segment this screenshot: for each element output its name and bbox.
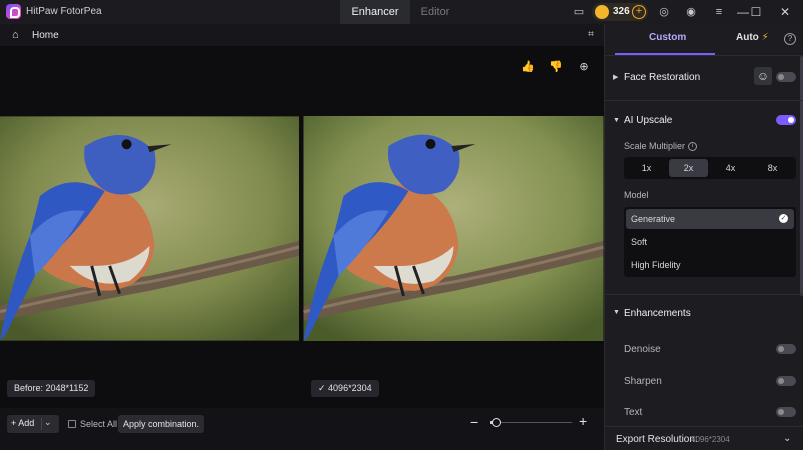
tab-custom[interactable]: Custom	[649, 32, 686, 43]
enhancements-title[interactable]: Enhancements	[624, 308, 691, 319]
text-toggle[interactable]	[776, 407, 796, 417]
credits-badge[interactable]: 326 +	[592, 3, 648, 21]
section-divider	[605, 294, 803, 295]
help-icon[interactable]: ?	[784, 33, 796, 45]
model-label: Model	[624, 190, 649, 200]
thumbs-down-icon[interactable]: 👎	[548, 59, 564, 75]
check-icon: ✓	[318, 383, 329, 393]
smile-face-icon[interactable]: ☺	[754, 67, 772, 85]
caret-right-icon[interactable]: ▶	[613, 73, 618, 81]
zoom-slider[interactable]	[490, 422, 572, 423]
tab-auto[interactable]: Auto ⚡	[736, 32, 769, 43]
section-divider	[605, 100, 803, 101]
ai-upscale-title[interactable]: AI Upscale	[624, 115, 672, 126]
export-resolution-value: 4096*2304	[691, 435, 730, 444]
scale-option-4x[interactable]: 4x	[711, 159, 750, 177]
info-icon[interactable]: i	[688, 142, 698, 152]
after-image[interactable]	[303, 116, 604, 341]
app-logo-icon	[6, 4, 21, 19]
menu-icon[interactable]: ≡	[711, 4, 727, 20]
app-title: HitPaw FotorPea	[26, 6, 102, 17]
after-resolution-badge: ✓ 4096*2304	[311, 380, 379, 397]
zoom-in-button-icon[interactable]: +	[579, 413, 587, 429]
before-image[interactable]	[0, 116, 299, 341]
caret-down-icon[interactable]: ▼	[613, 117, 620, 124]
title-bar: HitPaw FotorPea Enhancer Editor ▭ 326 + …	[0, 0, 803, 24]
sharpen-label: Sharpen	[624, 376, 662, 387]
ai-upscale-toggle[interactable]	[776, 115, 796, 125]
home-link[interactable]: Home	[32, 30, 59, 41]
window-icon[interactable]: ▭	[571, 4, 587, 20]
scale-option-1x[interactable]: 1x	[627, 159, 666, 177]
credits-count: 326	[613, 6, 630, 17]
denoise-label: Denoise	[624, 344, 661, 355]
chevron-down-icon[interactable]: ⌄	[44, 417, 52, 428]
denoise-toggle[interactable]	[776, 344, 796, 354]
after-resolution-value: 4096*2304	[328, 383, 372, 393]
close-icon[interactable]: ✕	[772, 0, 798, 24]
model-option-generative[interactable]: Generative ✓	[626, 209, 794, 229]
export-resolution-label: Export Resolution:	[616, 434, 698, 445]
bottom-toolbar: + Add ⌄ Select All Apply combination. − …	[0, 408, 604, 450]
coin-icon	[595, 5, 609, 19]
account-icon[interactable]: ◉	[683, 4, 699, 20]
add-button-divider	[41, 418, 42, 430]
before-resolution-badge: Before: 2048*1152	[7, 380, 96, 397]
apply-combination-button[interactable]: Apply combination.	[118, 415, 205, 433]
caret-down-icon[interactable]: ▼	[613, 309, 620, 316]
model-option-high-fidelity[interactable]: High Fidelity	[626, 255, 794, 275]
tab-editor[interactable]: Editor	[410, 0, 460, 24]
breadcrumb: ⌂ Home ⌗	[0, 24, 604, 46]
add-button-label: + Add	[11, 418, 35, 428]
settings-panel: Custom Auto ⚡ ? ▶ Face Restoration ☺ ▼ A…	[604, 24, 803, 450]
double-chevron-down-icon[interactable]: ⌄	[783, 433, 791, 444]
scale-option-2x[interactable]: 2x	[669, 159, 708, 177]
tab-enhancer[interactable]: Enhancer	[340, 0, 410, 24]
bolt-icon: ⚡	[761, 32, 769, 43]
zoom-in-icon[interactable]: ⊕	[576, 59, 592, 75]
model-list: Generative ✓ Soft High Fidelity	[624, 207, 796, 277]
check-circle-icon: ✓	[779, 214, 788, 223]
text-label: Text	[624, 407, 643, 418]
face-restoration-title[interactable]: Face Restoration	[624, 72, 700, 83]
zoom-slider-handle[interactable]	[492, 418, 501, 427]
zoom-out-icon[interactable]: −	[470, 414, 478, 430]
crop-icon[interactable]: ⌗	[584, 28, 598, 42]
face-restoration-toggle[interactable]	[776, 72, 796, 82]
scale-multiplier-label: Scale Multiplier i	[624, 141, 698, 152]
home-icon[interactable]: ⌂	[12, 29, 24, 41]
maximize-icon[interactable]: ☐	[743, 0, 769, 24]
scale-option-8x[interactable]: 8x	[753, 159, 792, 177]
sharpen-toggle[interactable]	[776, 376, 796, 386]
scale-multiplier-segmented: 1x 2x 4x 8x	[624, 157, 796, 179]
thumbs-up-icon[interactable]: 👍	[520, 59, 536, 75]
export-resolution-bar[interactable]: Export Resolution: 4096*2304 ⌄	[605, 426, 803, 450]
discord-icon[interactable]: ◎	[656, 4, 672, 20]
add-button[interactable]: + Add ⌄	[7, 415, 59, 433]
preview-canvas: 👍 👎 ⊕ Before: 2048*1152 ✓ 4096*2304	[0, 46, 604, 408]
plus-icon[interactable]: +	[632, 5, 646, 19]
tab-divider	[605, 55, 803, 56]
select-all-checkbox[interactable]	[68, 420, 76, 428]
model-option-soft[interactable]: Soft	[626, 232, 794, 252]
select-all-label[interactable]: Select All	[80, 419, 117, 429]
